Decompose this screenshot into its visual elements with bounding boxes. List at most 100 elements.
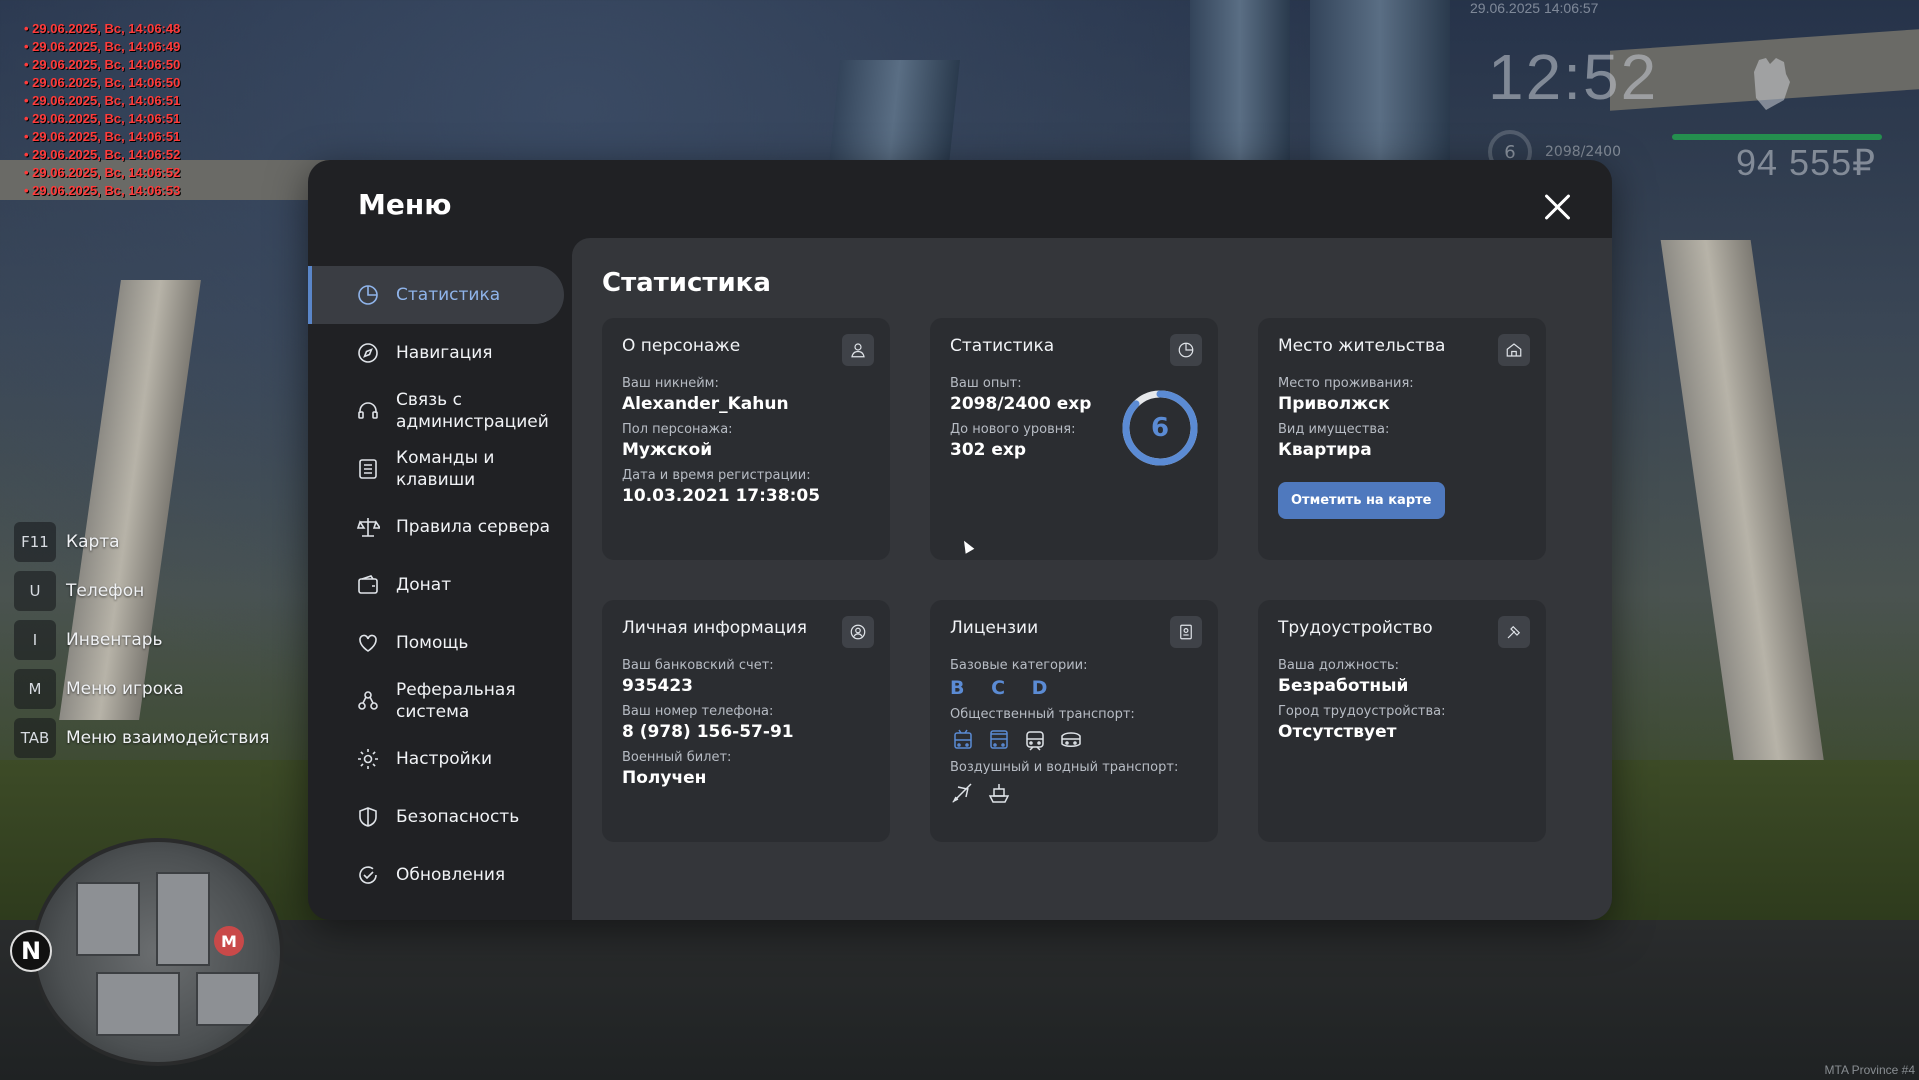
license-icon — [1170, 616, 1202, 648]
hotkey-label: Меню взаимодействия — [66, 728, 270, 748]
chat-line: 29.06.2025, Вс, 14:06:51 — [24, 128, 180, 146]
bus-icon — [990, 730, 1008, 749]
bank-account-label: Ваш банковский счет: — [622, 658, 774, 673]
minimap — [32, 838, 284, 1066]
public-transport-icons — [950, 728, 1198, 752]
sidebar-item-admin-contact[interactable]: Связь с администрацией — [308, 382, 564, 440]
sidebar-item-label: Реферальная система — [396, 680, 516, 722]
list-icon — [356, 457, 380, 481]
gender-label: Пол персонажа: — [622, 422, 733, 437]
mark-on-map-button[interactable]: Отметить на карте — [1278, 482, 1445, 519]
sidebar-item-updates[interactable]: Обновления — [308, 846, 564, 904]
sidebar-item-settings[interactable]: Настройки — [308, 730, 564, 788]
base-categories-value: B C D — [950, 677, 1058, 699]
card-character: О персонаже Ваш никнейм: Alexander_Kahun… — [602, 318, 890, 560]
sidebar-item-statistics[interactable]: Статистика — [308, 266, 564, 324]
military-id-value: Получен — [622, 768, 707, 788]
card-title: Трудоустройство — [1278, 618, 1433, 638]
fist-icon — [1754, 58, 1790, 110]
scales-icon — [356, 515, 382, 539]
residence-place-label: Место проживания: — [1278, 376, 1414, 391]
compass-icon — [356, 341, 380, 365]
sidebar-item-navigation[interactable]: Навигация — [308, 324, 564, 382]
card-statistics: Статистика Ваш опыт: 2098/2400 exp До но… — [930, 318, 1218, 560]
registration-label: Дата и время регистрации: — [622, 468, 811, 483]
employment-city-label: Город трудоустройства: — [1278, 704, 1446, 719]
trolleybus-icon — [954, 729, 972, 749]
card-residence: Место жительства Место проживания: Приво… — [1258, 318, 1546, 560]
shield-icon — [356, 805, 380, 829]
hotkeys-panel: F11 Карта U Телефон I Инвентарь M Меню и… — [14, 520, 270, 765]
referral-icon — [356, 689, 380, 713]
hotkey-label: Телефон — [66, 581, 145, 601]
close-button[interactable] — [1540, 190, 1574, 224]
menu-sidebar: Статистика Навигация Связь с администрац… — [308, 266, 564, 904]
sidebar-item-rules[interactable]: Правила сервера — [308, 498, 564, 556]
phone-value: 8 (978) 156-57-91 — [622, 722, 794, 742]
nickname-label: Ваш никнейм: — [622, 376, 719, 391]
sidebar-item-help[interactable]: Помощь — [308, 614, 564, 672]
sidebar-item-label: Настройки — [396, 749, 493, 769]
heart-hand-icon — [356, 631, 380, 655]
chat-line: 29.06.2025, Вс, 14:06:52 — [24, 146, 180, 164]
sidebar-item-label: Связь с администрацией — [396, 390, 549, 432]
card-title: О персонаже — [622, 336, 741, 356]
hotkey-player-menu[interactable]: M Меню игрока — [14, 667, 270, 711]
sidebar-item-donate[interactable]: Донат — [308, 556, 564, 614]
card-employment: Трудоустройство Ваша должность: Безработ… — [1258, 600, 1546, 842]
air-water-transport-icons — [950, 781, 1198, 805]
card-title: Лицензии — [950, 618, 1039, 638]
chart-pie-icon — [356, 283, 380, 307]
hud-date: 29.06.2025 14:06:57 — [1470, 0, 1599, 16]
position-label: Ваша должность: — [1278, 658, 1400, 673]
user-circle-icon — [842, 616, 874, 648]
public-transport-label: Общественный транспорт: — [950, 707, 1135, 722]
hud-health-bar — [1672, 134, 1882, 140]
sidebar-item-referral[interactable]: Реферальная система — [308, 672, 564, 730]
sidebar-item-label: Навигация — [396, 343, 493, 363]
air-water-transport-label: Воздушный и водный транспорт: — [950, 760, 1179, 775]
position-value: Безработный — [1278, 676, 1409, 696]
nickname-value: Alexander_Kahun — [622, 394, 789, 414]
residence-place-value: Приволжск — [1278, 394, 1390, 414]
level-ring: 6 — [1120, 388, 1200, 468]
gear-icon — [356, 747, 380, 771]
property-type-label: Вид имущества: — [1278, 422, 1390, 437]
user-icon — [842, 334, 874, 366]
card-title: Статистика — [950, 336, 1055, 356]
menu-title: Меню — [358, 188, 452, 221]
sidebar-item-commands[interactable]: Команды и клавиши — [308, 440, 564, 498]
hotkey-phone[interactable]: U Телефон — [14, 569, 270, 613]
property-type-value: Квартира — [1278, 440, 1372, 460]
metro-train-icon — [1061, 732, 1081, 747]
compass-north: N — [10, 930, 52, 972]
chat-line: 29.06.2025, Вс, 14:06:50 — [24, 74, 180, 92]
sidebar-item-label: Помощь — [396, 633, 469, 653]
employment-city-value: Отсутствует — [1278, 722, 1397, 742]
server-watermark: MTA Province #4 — [1824, 1063, 1915, 1077]
hotkey-map[interactable]: F11 Карта — [14, 520, 270, 564]
hotkey-key: F11 — [14, 522, 56, 562]
hotkey-interaction-menu[interactable]: TAB Меню взаимодействия — [14, 716, 270, 760]
sidebar-item-label: Команды и клавиши — [396, 448, 495, 490]
refresh-check-icon — [356, 863, 380, 887]
hotkey-label: Инвентарь — [66, 630, 163, 650]
card-personal-info: Личная информация Ваш банковский счет: 9… — [602, 600, 890, 842]
plane-icon — [952, 783, 972, 803]
chat-line: 29.06.2025, Вс, 14:06:52 — [24, 164, 180, 182]
military-id-label: Военный билет: — [622, 750, 732, 765]
sidebar-item-security[interactable]: Безопасность — [308, 788, 564, 846]
chat-line: 29.06.2025, Вс, 14:06:53 — [24, 182, 180, 200]
headset-icon — [356, 399, 380, 423]
hotkey-inventory[interactable]: I Инвентарь — [14, 618, 270, 662]
hammer-icon — [1498, 616, 1530, 648]
content-panel: Статистика О персонаже Ваш никнейм: Alex… — [572, 238, 1612, 920]
sidebar-item-label: Донат — [396, 575, 452, 595]
hotkey-key: M — [14, 669, 56, 709]
card-title: Личная информация — [622, 618, 808, 638]
chat-line: 29.06.2025, Вс, 14:06:51 — [24, 92, 180, 110]
chat-line: 29.06.2025, Вс, 14:06:50 — [24, 56, 180, 74]
metro-icon: M — [214, 926, 244, 956]
section-title: Статистика — [602, 268, 771, 298]
sidebar-item-label: Обновления — [396, 865, 506, 885]
